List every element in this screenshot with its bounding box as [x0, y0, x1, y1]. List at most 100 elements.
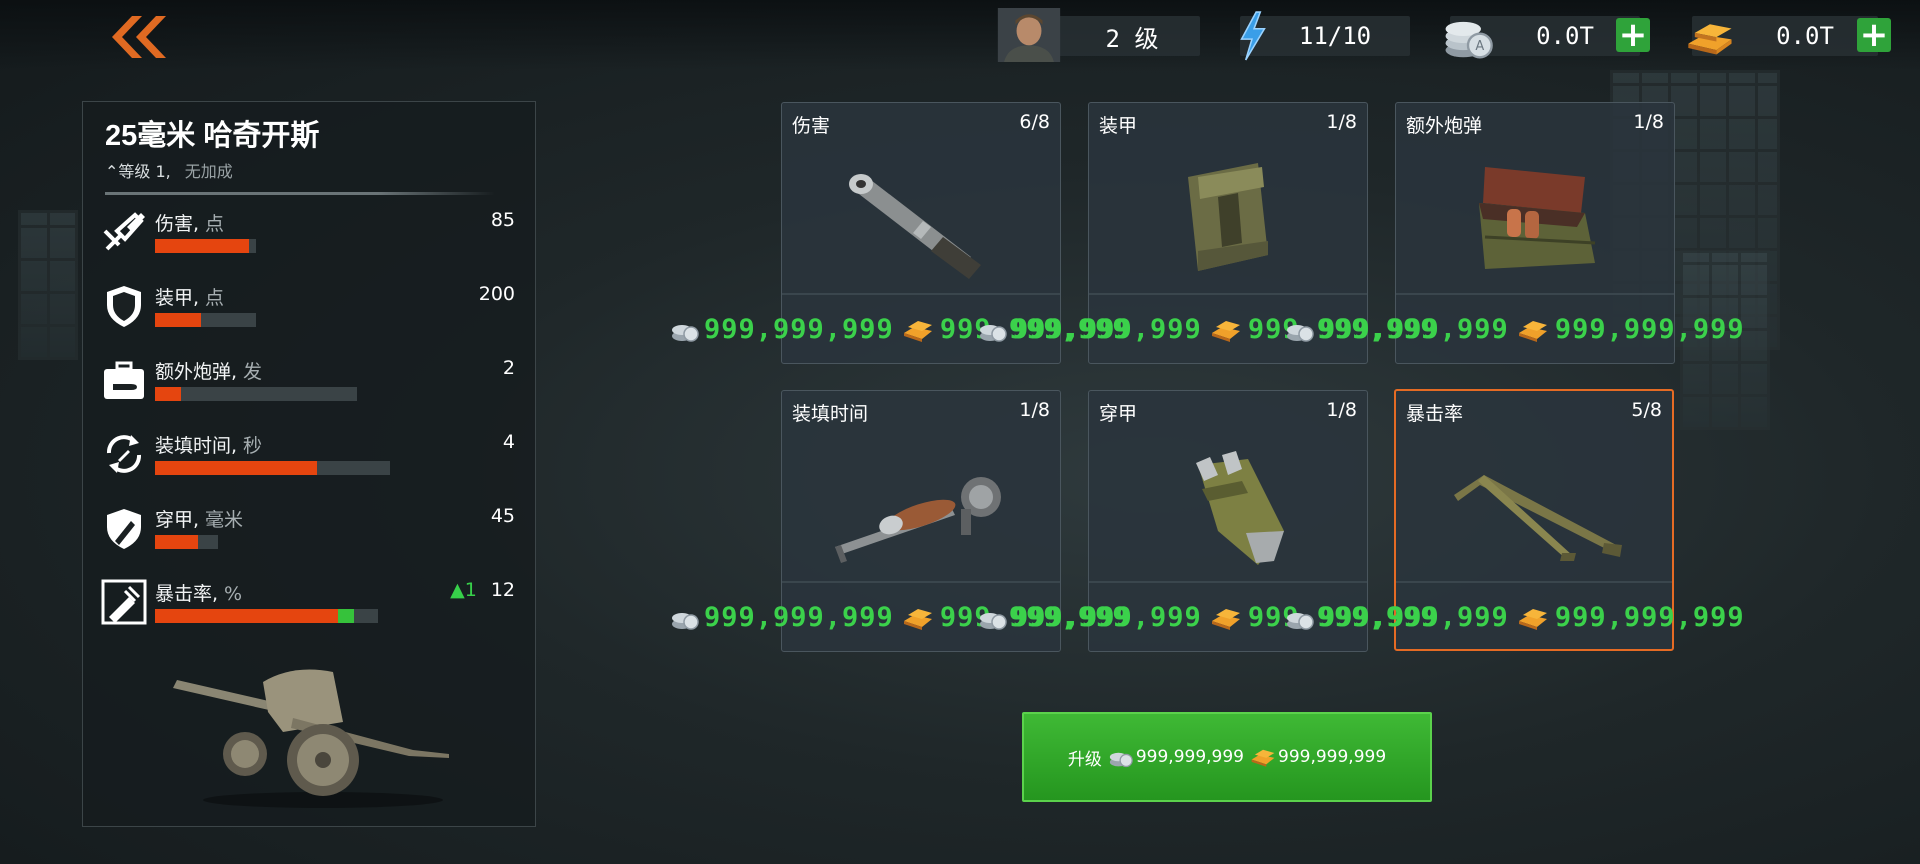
silver-price: 999,999,999 — [1319, 314, 1509, 345]
stat-bar — [155, 609, 378, 623]
stat-value: 2 — [502, 357, 515, 379]
stat-label: 装甲, 点 — [155, 287, 225, 309]
reload-icon — [107, 435, 141, 473]
stat-row-penetration: 穿甲, 毫米 45 — [101, 505, 521, 565]
weapon-info-panel: 25毫米 哈奇开斯 ⌃等级 1, 无加成 伤害, 点 85 装甲, 点 200 额外炮… — [82, 101, 536, 827]
gold-bar-icon — [1518, 608, 1547, 630]
title-divider — [105, 192, 495, 195]
stat-value: 200 — [478, 283, 515, 305]
add-gold-button[interactable]: + — [1857, 18, 1891, 52]
gold-price: 999,999,999 — [1554, 314, 1745, 345]
card-separator — [782, 581, 1060, 583]
stat-row-reload-time: 装填时间, 秒 4 — [101, 431, 521, 491]
card-level: 1/8 — [1019, 399, 1050, 421]
silver-text: 0.0T — [1536, 22, 1594, 50]
gold-bar-icon — [903, 320, 932, 342]
card-name: 穿甲 — [1099, 403, 1138, 425]
lightning-icon — [1240, 11, 1266, 61]
card-name: 暴击率 — [1406, 403, 1464, 425]
silver-coin-icon — [980, 612, 1007, 630]
stat-value: 4 — [502, 431, 515, 453]
add-silver-button[interactable]: + — [1616, 18, 1650, 52]
silver-price: 999,999,999 — [1012, 314, 1202, 345]
gold-bars-icon — [1688, 24, 1732, 55]
weapon-level: 等级 1, — [118, 162, 171, 181]
stat-row-crit-rate: 暴击率,% ▲1 12 — [101, 579, 521, 639]
weapon-level-line: ⌃等级 1, 无加成 — [105, 158, 233, 182]
stat-label: 额外炮弹, 发 — [155, 361, 263, 383]
upgrade-silver-price: 999,999,999 — [1135, 747, 1244, 767]
silver-coin-icon — [1287, 612, 1314, 630]
gold-text: 0.0T — [1776, 22, 1834, 50]
ammo-box-icon — [104, 361, 144, 399]
silver-price: 999,999,999 — [704, 314, 894, 345]
card-level: 1/8 — [1326, 399, 1357, 421]
gold-bar-icon — [1211, 320, 1240, 342]
gold-bar-icon — [1518, 320, 1547, 342]
card-name: 伤害 — [792, 115, 831, 137]
stat-value: ▲1 12 — [450, 579, 515, 601]
stat-row-extra-shells: 额外炮弹, 发 2 — [101, 357, 521, 417]
stat-label: 装填时间, 秒 — [155, 435, 263, 457]
shield-icon — [107, 286, 141, 327]
silver-price: 999,999,999 — [704, 602, 894, 633]
card-level: 1/8 — [1326, 111, 1357, 133]
crit-icon — [101, 579, 147, 625]
gold-bar-icon — [1211, 608, 1240, 630]
upgrade-label: 升级 — [1067, 749, 1102, 770]
player-level-text: 2 级 — [1105, 24, 1159, 53]
breech-icon — [835, 477, 1001, 563]
card-separator — [1089, 293, 1367, 295]
ammo-crate-icon — [1479, 167, 1596, 269]
gold-bar-icon — [1251, 749, 1275, 767]
card-name: 装甲 — [1099, 115, 1138, 137]
energy-text: 11/10 — [1298, 22, 1372, 50]
gold-bar-icon — [903, 608, 932, 630]
armor-plate-icon — [1188, 163, 1268, 271]
card-separator — [782, 293, 1060, 295]
stat-label: 穿甲, 毫米 — [155, 509, 244, 531]
silver-coin-icon — [672, 324, 699, 342]
player-avatar[interactable] — [996, 8, 1062, 62]
stat-bar — [155, 535, 218, 549]
silver-coins-icon: A — [1445, 21, 1493, 59]
card-name: 额外炮弹 — [1406, 115, 1483, 137]
stat-value: 45 — [490, 505, 515, 527]
silver-coin-icon — [1287, 324, 1314, 342]
weapon-image — [173, 669, 449, 808]
silver-coin-icon — [1109, 752, 1133, 768]
back-button[interactable] — [100, 12, 170, 62]
silver-price: 999,999,999 — [1012, 602, 1202, 633]
gun-carriage-icon — [1454, 475, 1622, 561]
stat-increase: ▲1 — [450, 579, 477, 601]
background-window-left — [18, 210, 78, 360]
card-level: 5/8 — [1631, 399, 1662, 421]
stat-bar — [155, 461, 390, 475]
card-name: 装填时间 — [792, 403, 869, 425]
card-separator — [1089, 581, 1367, 583]
card-level: 6/8 — [1019, 111, 1050, 133]
stat-label: 暴击率,% — [155, 583, 243, 605]
stat-bar — [155, 239, 256, 253]
card-level: 1/8 — [1633, 111, 1664, 133]
weapon-name: 25毫米 哈奇开斯 — [105, 120, 320, 152]
upgrade-button[interactable]: 升级 999,999,999 999,999,999 — [1022, 712, 1432, 802]
barrel-icon — [849, 174, 981, 279]
svg-text:A: A — [1475, 39, 1484, 54]
stat-bar — [155, 387, 357, 401]
stat-value: 85 — [490, 209, 515, 231]
gold-price: 999,999,999 — [1554, 602, 1745, 633]
silver-coin-icon — [672, 612, 699, 630]
level-up-icon: ⌃ — [105, 162, 119, 181]
damage-icon — [103, 212, 145, 251]
price-row-crit-rate: 999,999,999 999,999,999 — [1285, 602, 1785, 633]
silver-coin-icon — [980, 324, 1007, 342]
card-separator — [1396, 581, 1672, 583]
stat-bar — [155, 313, 256, 327]
weapon-bonus: 无加成 — [184, 162, 233, 181]
silver-price: 999,999,999 — [1319, 602, 1509, 633]
stat-row-armor: 装甲, 点 200 — [101, 283, 521, 343]
penetration-icon — [107, 509, 141, 549]
shell-tip-icon — [1196, 451, 1284, 565]
stat-label: 伤害, 点 — [155, 213, 225, 235]
